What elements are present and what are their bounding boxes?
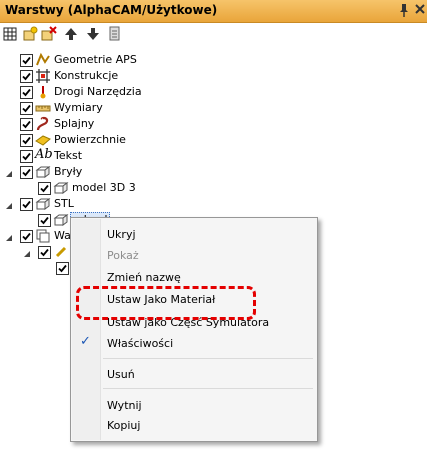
- layers-grid-icon[interactable]: [2, 25, 20, 43]
- tree-item-label: Geometrie APS: [54, 53, 137, 66]
- panel-titlebar: Warstwy (AlphaCAM/Użytkowe): [0, 0, 427, 23]
- checkmark-icon: ✓: [80, 334, 91, 349]
- menu-item-pokaz[interactable]: Pokaż: [107, 249, 139, 262]
- layer-checkbox[interactable]: [20, 150, 33, 163]
- layer-checkbox[interactable]: [38, 214, 51, 227]
- tree-item-splajny[interactable]: Splajny: [0, 116, 300, 132]
- layer-checkbox[interactable]: [20, 102, 33, 115]
- tree-item-drogi-narzedzia[interactable]: Drogi Narzędzia: [0, 84, 300, 100]
- highlight-annotation: [76, 286, 256, 320]
- tree-item-label: Wa: [54, 229, 71, 242]
- menu-separator: [103, 388, 313, 389]
- menu-separator: [103, 358, 313, 359]
- tree-item-label: Wymiary: [54, 101, 103, 114]
- menu-item-kopiuj[interactable]: Kopiuj: [107, 419, 140, 432]
- layer-checkbox[interactable]: [20, 134, 33, 147]
- menu-item-usun[interactable]: Usuń: [107, 368, 135, 381]
- layer-checkbox[interactable]: [38, 182, 51, 195]
- properties-icon[interactable]: [106, 25, 124, 43]
- expand-arrow-icon[interactable]: [23, 248, 31, 257]
- expand-arrow-icon[interactable]: [5, 168, 13, 177]
- tree-item-label: Drogi Narzędzia: [54, 85, 142, 98]
- spline-icon: [35, 116, 51, 132]
- tree-item-label: Powierzchnie: [54, 133, 126, 146]
- surface-icon: [35, 132, 51, 148]
- layer-checkbox[interactable]: [20, 86, 33, 99]
- layer-checkbox[interactable]: [20, 230, 33, 243]
- tree-item-konstrukcje[interactable]: Konstrukcje: [0, 68, 300, 84]
- context-menu: Ukryj Pokaż Zmień nazwę Ustaw Jako Mater…: [70, 217, 318, 442]
- expand-arrow-icon[interactable]: [5, 232, 13, 241]
- pin-icon[interactable]: [396, 2, 412, 18]
- tree-item-geometrie-aps[interactable]: Geometrie APS: [0, 52, 300, 68]
- delete-layer-icon[interactable]: [40, 25, 58, 43]
- tree-item-wa-child[interactable]: [0, 244, 70, 260]
- menu-item-wlasciwosci[interactable]: Właściwości: [107, 337, 173, 350]
- move-up-icon[interactable]: [62, 25, 80, 43]
- tree-item-wa-grandchild[interactable]: [0, 260, 70, 276]
- geometry-icon: [35, 52, 51, 68]
- expand-arrow-icon[interactable]: [5, 200, 13, 209]
- layer-checkbox[interactable]: [20, 198, 33, 211]
- tree-item-label: Splajny: [54, 117, 95, 130]
- text-icon: Ab: [35, 147, 53, 162]
- layers-toolbar: [0, 23, 427, 45]
- layer-checkbox[interactable]: [38, 246, 51, 259]
- close-icon[interactable]: [412, 2, 427, 18]
- menu-item-ukryj[interactable]: Ukryj: [107, 228, 136, 241]
- tree-item-wa[interactable]: Wa: [0, 228, 71, 244]
- tree-item-label: STL: [54, 197, 74, 210]
- move-down-icon[interactable]: [84, 25, 102, 43]
- work-icon: [35, 228, 51, 244]
- panel-title: Warstwy (AlphaCAM/Użytkowe): [5, 3, 218, 17]
- new-layer-icon[interactable]: [21, 25, 39, 43]
- layer-checkbox[interactable]: [20, 70, 33, 83]
- tree-item-model-3d-3[interactable]: model 3D 3: [0, 180, 300, 196]
- toolpath-icon: [53, 244, 69, 260]
- tree-item-label: Bryły: [54, 165, 83, 178]
- tree-item-label: model 3D 3: [72, 181, 136, 194]
- tree-item-bryly[interactable]: Bryły: [0, 164, 300, 180]
- tree-item-tekst[interactable]: Ab Tekst: [0, 147, 300, 164]
- tree-item-label: Tekst: [54, 149, 83, 162]
- solid-icon: [35, 196, 51, 212]
- solid-icon: [53, 212, 69, 228]
- layer-checkbox[interactable]: [20, 166, 33, 179]
- solid-icon: [53, 180, 69, 196]
- menu-gutter: [72, 219, 101, 440]
- construction-icon: [35, 68, 51, 84]
- layer-checkbox[interactable]: [20, 54, 33, 67]
- toolpath-icon: [35, 84, 51, 100]
- tree-item-wymiary[interactable]: Wymiary: [0, 100, 300, 116]
- tree-item-stl[interactable]: STL: [0, 196, 300, 212]
- tree-item-label: Konstrukcje: [54, 69, 119, 82]
- menu-item-wytnij[interactable]: Wytnij: [107, 399, 142, 412]
- solid-icon: [35, 164, 51, 180]
- tree-item-powierzchnie[interactable]: Powierzchnie: [0, 132, 300, 148]
- layer-checkbox[interactable]: [20, 118, 33, 131]
- dimension-icon: [35, 100, 51, 116]
- menu-item-zmien-nazwe[interactable]: Zmień nazwę: [107, 271, 181, 284]
- layer-checkbox[interactable]: [56, 262, 69, 275]
